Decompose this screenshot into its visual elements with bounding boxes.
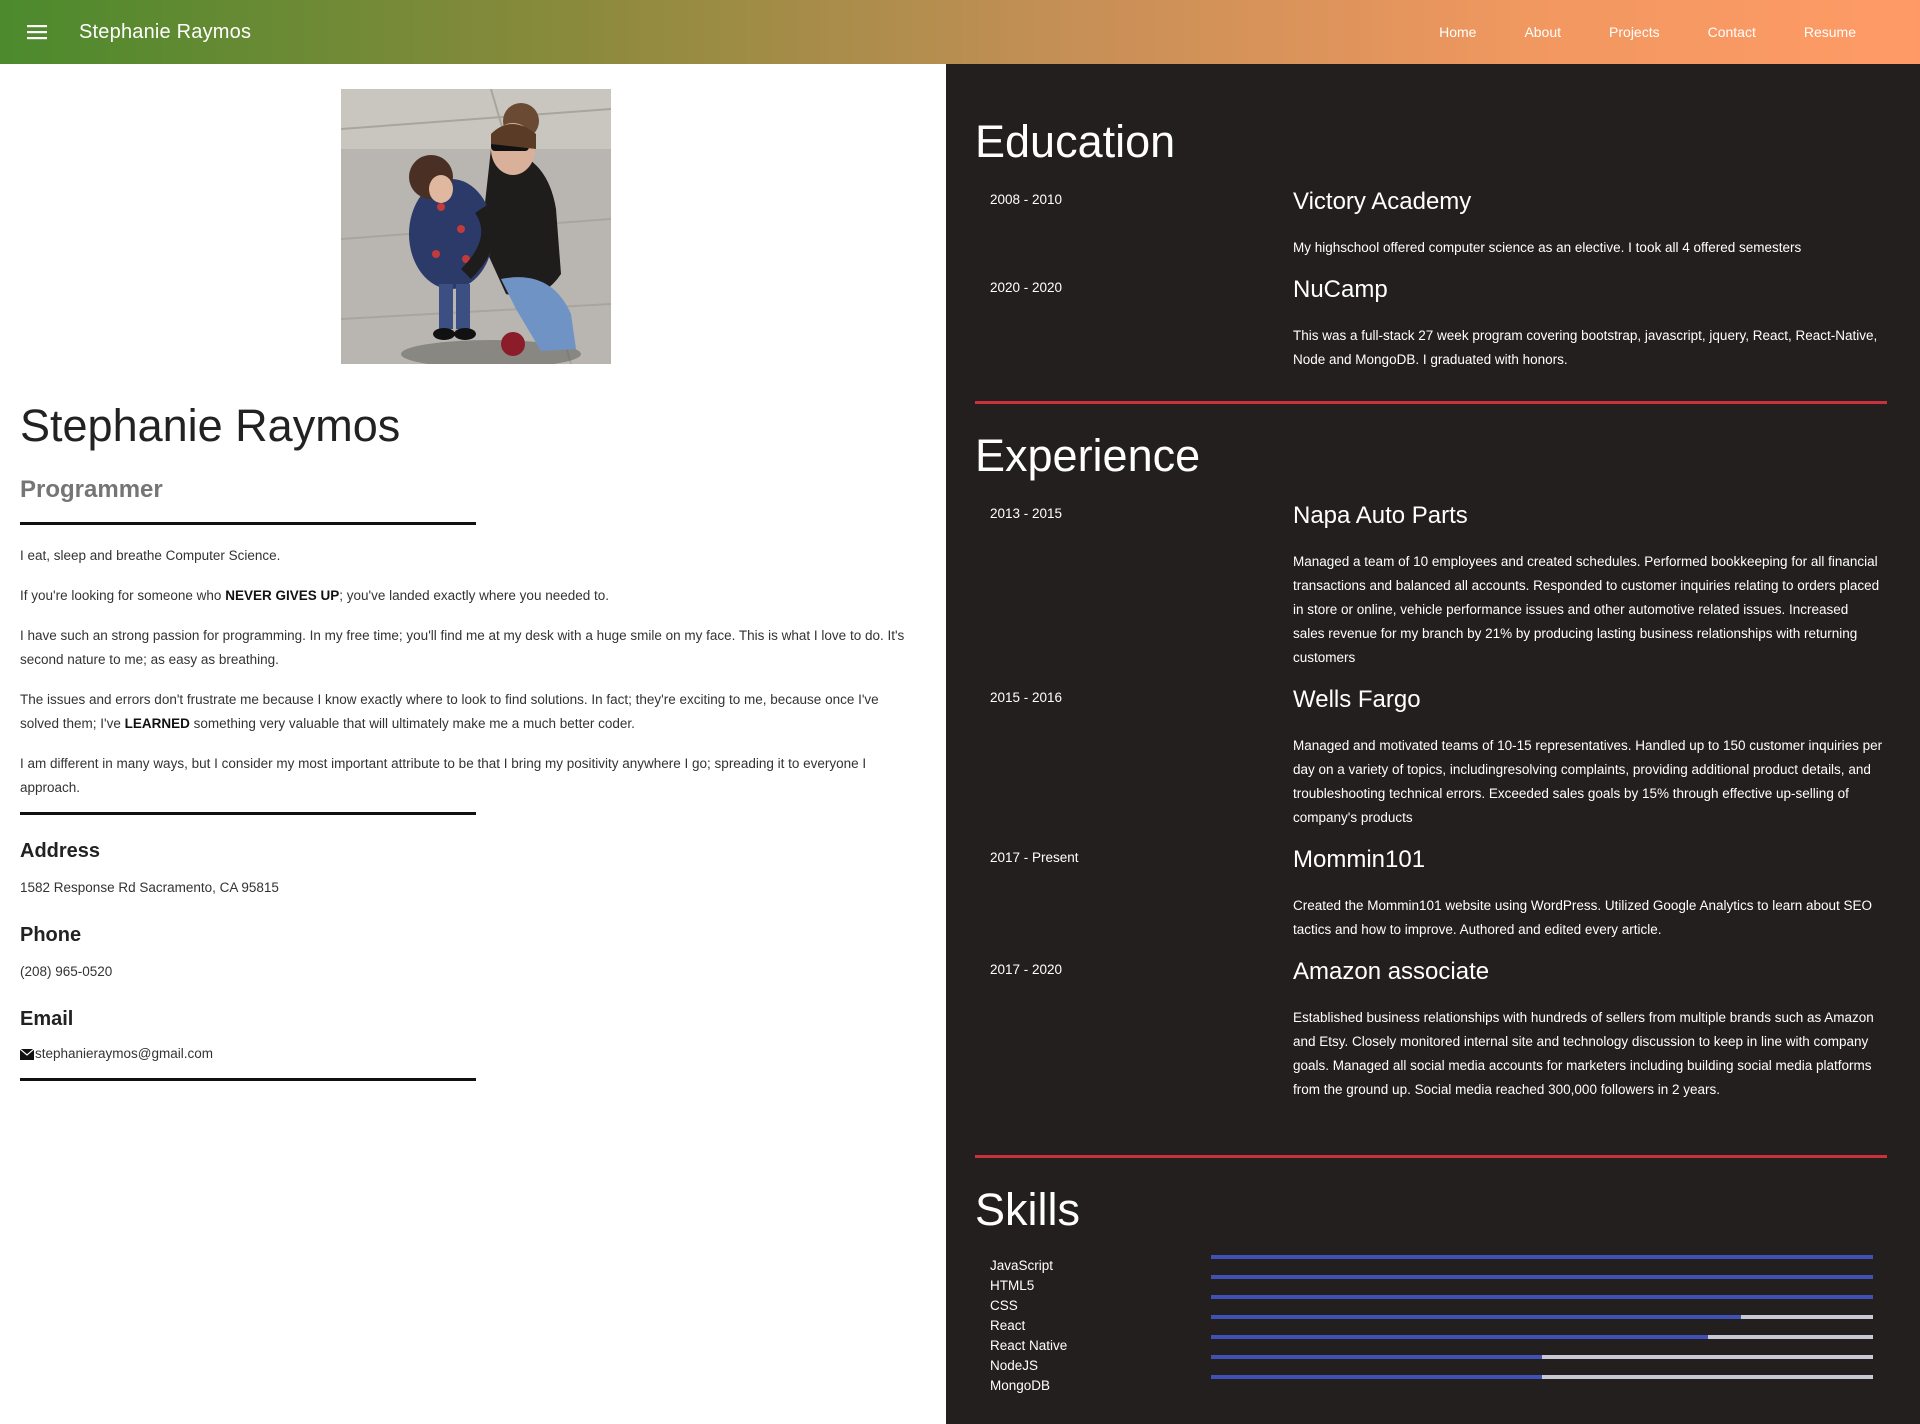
- experience-dates: 2015 - 2016: [990, 690, 1063, 705]
- brand-title[interactable]: Stephanie Raymos: [79, 21, 251, 44]
- bio-paragraph: I am different in many ways, but I consi…: [20, 756, 867, 795]
- education-dates: 2020 - 2020: [990, 280, 1063, 295]
- education-heading: Education: [975, 116, 1176, 167]
- divider: [20, 1078, 476, 1081]
- experience-desc: Established business relationships with …: [1293, 1010, 1874, 1097]
- skill-progress-fill: [1211, 1375, 1542, 1379]
- bio-paragraph: I have such an strong passion for progra…: [20, 628, 905, 667]
- bio-paragraph: I eat, sleep and breathe Computer Scienc…: [20, 548, 281, 563]
- experience-dates: 2013 - 2015: [990, 506, 1063, 521]
- education-dates: 2008 - 2010: [990, 192, 1063, 207]
- education-desc: This was a full-stack 27 week program co…: [1293, 328, 1878, 367]
- experience-title: Wells Fargo: [1293, 686, 1421, 713]
- experience-title: Napa Auto Parts: [1293, 502, 1468, 529]
- experience-heading: Experience: [975, 430, 1201, 481]
- experience-desc: Created the Mommin101 website using Word…: [1293, 898, 1873, 937]
- bio-paragraph: The issues and errors don't frustrate me…: [20, 692, 879, 731]
- resume-column: Education 2008 - 2010 Victory Academy My…: [946, 64, 1920, 1424]
- email-label: Email: [20, 1008, 74, 1030]
- phone-value[interactable]: (208) 965-0520: [20, 964, 112, 979]
- divider: [20, 812, 476, 815]
- skill-progress-bar: [1211, 1255, 1873, 1259]
- skill-label: JavaScript: [990, 1258, 1054, 1273]
- experience-title: Mommin101: [1293, 846, 1426, 873]
- nav-projects[interactable]: Projects: [1585, 0, 1684, 64]
- email-row[interactable]: stephanieraymos@gmail.com: [19, 1046, 213, 1061]
- profile-column: Stephanie Raymos Programmer I eat, sleep…: [0, 64, 946, 1424]
- skill-progress-bar: [1211, 1275, 1873, 1279]
- main-nav: Home About Projects Contact Resume: [1415, 0, 1920, 64]
- hamburger-menu-icon[interactable]: [19, 14, 55, 50]
- skills-heading: Skills: [975, 1184, 1081, 1235]
- skill-label: MongoDB: [990, 1378, 1051, 1393]
- profile-name: Stephanie Raymos: [20, 400, 401, 451]
- profile-role: Programmer: [20, 476, 163, 503]
- experience-title: Amazon associate: [1293, 958, 1490, 985]
- skill-progress-bar: [1211, 1295, 1873, 1299]
- nav-resume[interactable]: Resume: [1780, 0, 1880, 64]
- skill-label: CSS: [990, 1298, 1018, 1313]
- skill-progress-fill: [1211, 1355, 1542, 1359]
- nav-home[interactable]: Home: [1415, 0, 1500, 64]
- skill-label: React: [990, 1318, 1026, 1333]
- education-desc: My highschool offered computer science a…: [1293, 240, 1802, 255]
- section-divider: [975, 1155, 1887, 1158]
- nav-about[interactable]: About: [1500, 0, 1585, 64]
- skill-label: HTML5: [990, 1278, 1035, 1293]
- email-value[interactable]: stephanieraymos@gmail.com: [35, 1046, 213, 1061]
- divider: [20, 522, 476, 525]
- education-title: Victory Academy: [1293, 188, 1472, 215]
- bio: I eat, sleep and breathe Computer Scienc…: [20, 544, 920, 816]
- skill-progress-bar: [1211, 1315, 1873, 1319]
- profile-photo: [341, 89, 611, 364]
- experience-desc: Managed and motivated teams of 10-15 rep…: [1293, 738, 1883, 825]
- skill-progress-bar: [1211, 1355, 1873, 1359]
- bio-paragraph: If you're looking for someone who NEVER …: [20, 588, 610, 603]
- experience-dates: 2017 - 2020: [990, 962, 1063, 977]
- phone-label: Phone: [20, 924, 82, 946]
- skill-label: NodeJS: [990, 1358, 1039, 1373]
- skill-label: React Native: [990, 1338, 1068, 1353]
- experience-desc: Managed a team of 10 employees and creat…: [1293, 554, 1880, 665]
- scrollbar[interactable]: [1915, 64, 1920, 1424]
- skill-progress-fill: [1211, 1255, 1873, 1259]
- section-divider: [975, 401, 1887, 404]
- skill-progress-fill: [1211, 1315, 1741, 1319]
- experience-dates: 2017 - Present: [990, 850, 1079, 865]
- address-label: Address: [20, 840, 101, 862]
- education-title: NuCamp: [1293, 276, 1388, 303]
- address-value: 1582 Response Rd Sacramento, CA 95815: [20, 880, 279, 895]
- envelope-icon: [19, 1048, 35, 1060]
- skill-progress-fill: [1211, 1335, 1708, 1339]
- skill-progress-fill: [1211, 1275, 1873, 1279]
- skill-progress-fill: [1211, 1295, 1873, 1299]
- skill-progress-bar: [1211, 1335, 1873, 1339]
- skill-progress-bar: [1211, 1375, 1873, 1379]
- app-bar: Stephanie Raymos Home About Projects Con…: [0, 0, 1920, 64]
- nav-contact[interactable]: Contact: [1684, 0, 1780, 64]
